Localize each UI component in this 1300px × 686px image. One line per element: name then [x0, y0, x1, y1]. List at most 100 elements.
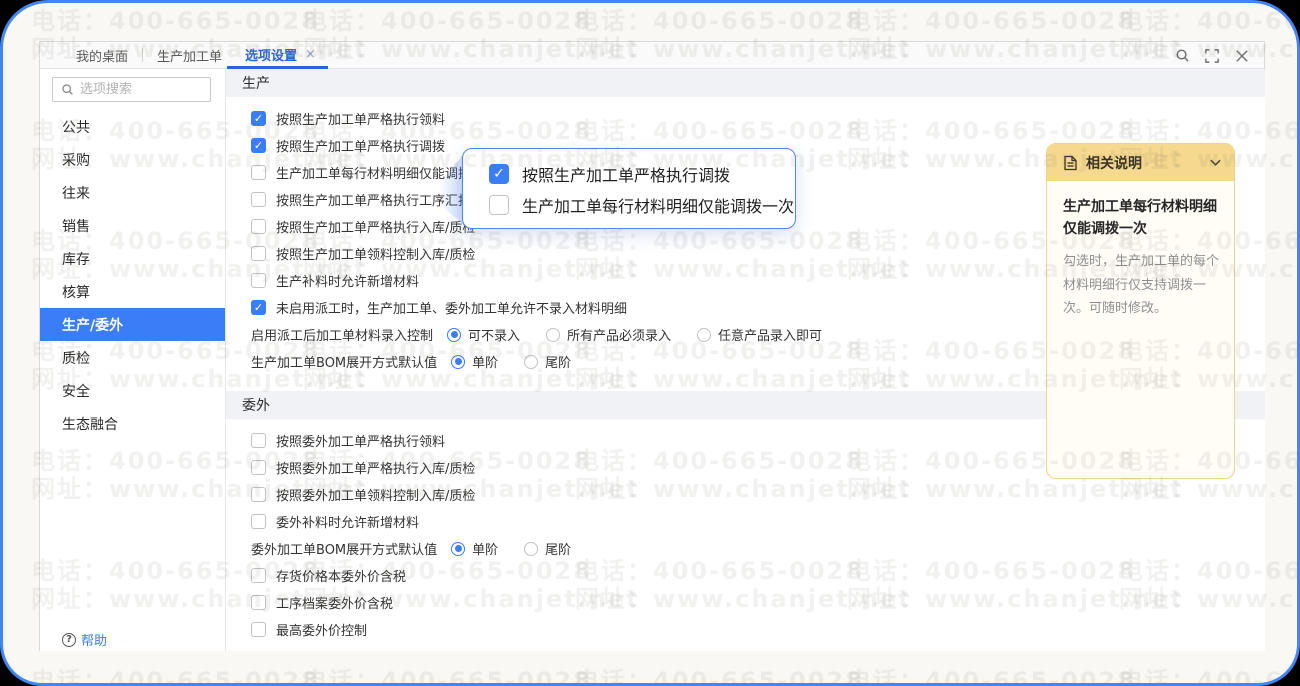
radio-option-label: 尾阶: [545, 543, 572, 558]
radio-option[interactable]: 任意产品录入即可: [697, 325, 822, 344]
check-icon: ✓: [253, 301, 264, 314]
checkbox[interactable]: ✓: [251, 433, 266, 448]
sidebar-item-purchase[interactable]: 采购: [40, 143, 225, 176]
checkbox-row[interactable]: ✓ 按照生产加工单严格执行领料: [251, 105, 1265, 132]
sidebar-item-inventory[interactable]: 库存: [40, 242, 225, 275]
tab-option-settings[interactable]: 选项设置 ×: [227, 42, 328, 69]
checkbox[interactable]: ✓: [251, 111, 266, 126]
related-notes-body: 生产加工单每行材料明细仅能调拨一次 勾选时，生产加工单的每个材料明细行仅支持调拨…: [1047, 181, 1234, 320]
sidebar-item-public[interactable]: 公共: [40, 110, 225, 143]
popup-checkbox-row[interactable]: ✓ 按照生产加工单严格执行调拨: [489, 161, 795, 187]
checkbox[interactable]: ✓: [251, 192, 266, 207]
checkbox-label: 按照生产加工单严格执行入库/质检: [276, 221, 476, 236]
checkbox[interactable]: ✓: [251, 246, 266, 261]
radio-icon: [524, 541, 539, 556]
checkbox-label: 按照委外加工单领料控制入库/质检: [276, 489, 476, 504]
check-icon: ✓: [253, 139, 264, 152]
sidebar-item-production-outsourcing[interactable]: 生产/委外: [40, 308, 225, 341]
checkbox[interactable]: ✓: [489, 164, 509, 184]
checkbox-row[interactable]: ✓ 工序档案委外价含税: [251, 589, 1265, 616]
watermark-phone: 电话：400-665-0028: [847, 7, 1136, 35]
sidebar-item-accounting[interactable]: 核算: [40, 275, 225, 308]
checkbox-row[interactable]: ✓ 按照委外加工单领料控制入库/质检: [251, 481, 1265, 508]
document-icon: [1064, 155, 1077, 170]
checkbox-label: 生产补料时允许新增材料: [276, 275, 420, 290]
tabbar-actions: [1174, 42, 1250, 69]
radio-icon: [524, 354, 539, 369]
radio-option[interactable]: 尾阶: [524, 352, 571, 371]
checkbox[interactable]: ✓: [251, 622, 266, 637]
radio-option-label: 任意产品录入即可: [718, 329, 823, 344]
checkbox[interactable]: ✓: [251, 595, 266, 610]
option-search-input[interactable]: [80, 82, 202, 97]
checkbox-label: 按照生产加工单严格执行领料: [276, 113, 446, 128]
checkbox[interactable]: ✓: [251, 273, 266, 288]
checkbox[interactable]: ✓: [251, 514, 266, 529]
search-icon: [62, 84, 73, 95]
radio-option-label: 可不录入: [468, 329, 521, 344]
radio-option[interactable]: 单阶: [451, 539, 498, 558]
radio-option[interactable]: 尾阶: [524, 539, 571, 558]
watermark-phone: 电话：400-665-0028: [303, 667, 592, 683]
tab-close-icon[interactable]: ×: [305, 47, 316, 62]
watermark-phone: 电话：400-665-0028: [303, 7, 592, 35]
checkbox[interactable]: ✓: [251, 165, 266, 180]
tab-production-order[interactable]: 生产加工单: [143, 42, 236, 68]
sidebar: 公共 采购 往来 销售 库存 核算 生产/委外 质检 安全 生态融合 ? 帮助: [40, 69, 226, 651]
watermark-phone: 电话：400-665-0028: [1119, 667, 1297, 683]
radio-option[interactable]: 所有产品必须录入: [546, 325, 671, 344]
radio-icon: [697, 327, 712, 342]
search-icon[interactable]: [1174, 48, 1190, 64]
radio-group-label: 启用派工后加工单材料录入控制: [251, 329, 434, 344]
checkbox[interactable]: ✓: [251, 460, 266, 475]
checkbox-row[interactable]: ✓ 存货价格本委外价含税: [251, 562, 1265, 589]
close-icon[interactable]: [1234, 48, 1250, 64]
watermark-phone: 电话：400-665-0028: [1119, 7, 1297, 35]
option-search-box[interactable]: [52, 77, 211, 102]
app-panel: 我的桌面 生产加工单 选项设置 × 选项搜索 公共 采购 往来 销售 库存 核算…: [39, 41, 1265, 651]
app-window: 我的桌面 生产加工单 选项设置 × 选项搜索 公共 采购 往来 销售 库存 核算…: [0, 0, 1300, 686]
checkbox[interactable]: ✓: [251, 568, 266, 583]
checkbox-label: 存货价格本委外价含税: [276, 570, 407, 585]
radio-option[interactable]: 可不录入: [447, 325, 520, 344]
section-production-header: 生产: [226, 69, 1265, 97]
help-link[interactable]: ? 帮助: [62, 630, 107, 649]
checkbox-row[interactable]: ✓ 最高委外价控制: [251, 616, 1265, 643]
checkbox[interactable]: ✓: [251, 487, 266, 502]
tab-my-desktop[interactable]: 我的桌面: [62, 42, 142, 68]
checkbox-label: 未启用派工时，生产加工单、委外加工单允许不录入材料明细: [276, 302, 628, 317]
sidebar-item-quality[interactable]: 质检: [40, 341, 225, 374]
checkbox[interactable]: ✓: [251, 219, 266, 234]
popup-checkbox-row[interactable]: ✓ 生产加工单每行材料明细仅能调拨一次: [489, 192, 795, 218]
checkbox-label: 按照生产加工单严格执行调拨: [276, 140, 446, 155]
related-notes-panel: 相关说明 生产加工单每行材料明细仅能调拨一次 勾选时，生产加工单的每个材料明细行…: [1046, 143, 1235, 479]
radio-icon: [451, 541, 466, 556]
related-notes-title: 相关说明: [1086, 155, 1142, 172]
zoom-popup: ✓ 按照生产加工单严格执行调拨 ✓ 生产加工单每行材料明细仅能调拨一次: [462, 148, 796, 229]
sidebar-item-security[interactable]: 安全: [40, 374, 225, 407]
watermark-phone: 电话：400-665-0028: [31, 667, 320, 683]
checkbox[interactable]: ✓: [251, 300, 266, 315]
watermark-phone: 电话：400-665-0028: [575, 7, 864, 35]
checkbox-label: 按照委外加工单严格执行入库/质检: [276, 462, 476, 477]
sidebar-item-sales[interactable]: 销售: [40, 209, 225, 242]
watermark-phone: 电话：400-665-0028: [575, 667, 864, 683]
popup-checkbox-label: 按照生产加工单严格执行调拨: [522, 166, 731, 185]
sidebar-item-eco[interactable]: 生态融合: [40, 407, 225, 440]
tab-bar: 我的桌面 生产加工单 选项设置 ×: [40, 42, 1264, 69]
checkbox-label: 最高委外价控制: [276, 624, 368, 639]
checkbox-row[interactable]: ✓ 委外补料时允许新增材料: [251, 508, 1265, 535]
sidebar-item-contacts[interactable]: 往来: [40, 176, 225, 209]
checkbox-label: 工序档案委外价含税: [276, 597, 394, 612]
radio-group-label: 委外加工单BOM展开方式默认值: [251, 543, 438, 558]
fullscreen-icon[interactable]: [1204, 48, 1220, 64]
checkbox[interactable]: ✓: [251, 138, 266, 153]
note-title: 生产加工单每行材料明细仅能调拨一次: [1063, 199, 1217, 237]
chevron-down-icon[interactable]: [1209, 156, 1222, 169]
radio-option[interactable]: 单阶: [451, 352, 498, 371]
checkbox[interactable]: ✓: [489, 195, 509, 215]
related-notes-header[interactable]: 相关说明: [1047, 144, 1234, 181]
settings-content: 生产 ✓ 按照生产加工单严格执行领料 ✓ 按照生产加工单严格执行调拨 ✓ 生产加…: [226, 69, 1265, 651]
radio-option-label: 单阶: [472, 543, 499, 558]
radio-icon: [546, 327, 561, 342]
